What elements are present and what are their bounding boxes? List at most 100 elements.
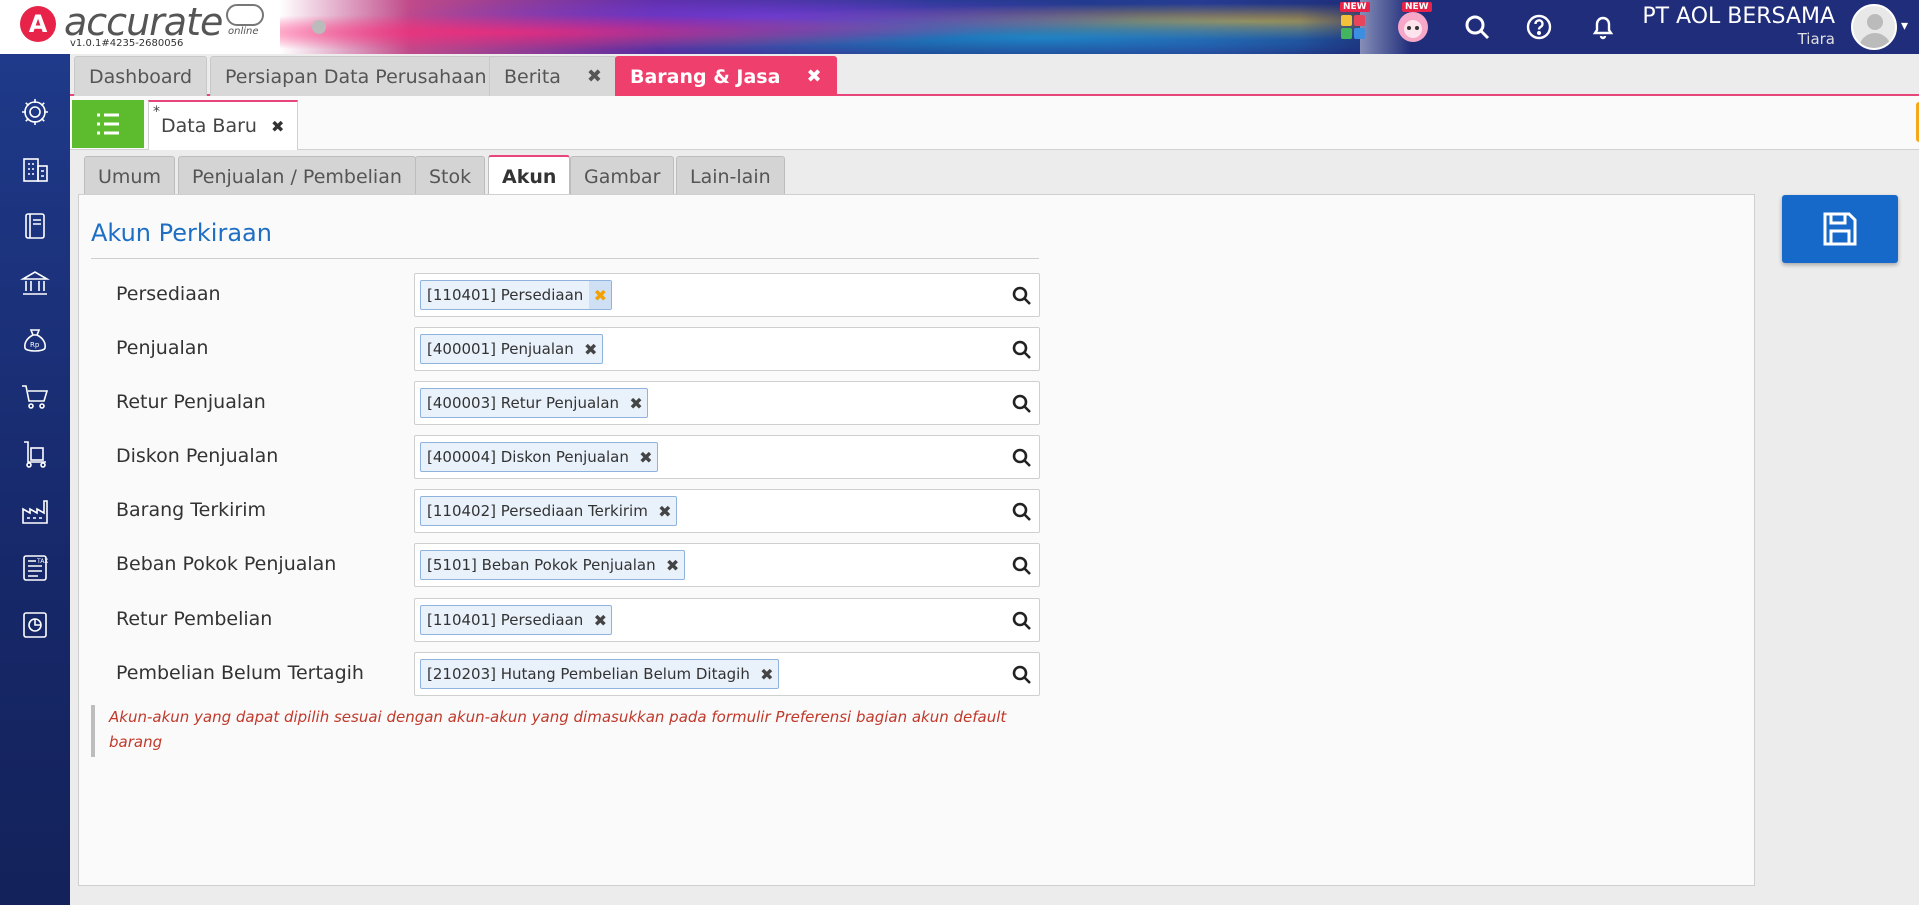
- cart-icon[interactable]: [17, 379, 53, 415]
- tax-icon[interactable]: TAX: [17, 550, 53, 586]
- field-label: Retur Pembelian: [116, 608, 273, 630]
- remove-icon[interactable]: ✖: [654, 497, 676, 525]
- search-icon[interactable]: [1011, 501, 1033, 523]
- tab-label: Berita: [504, 65, 561, 88]
- account-select[interactable]: [210203] Hutang Pembelian Belum Ditagih …: [414, 652, 1040, 696]
- remove-icon[interactable]: ✖: [635, 443, 657, 471]
- tab-label: Persiapan Data Perusahaan: [225, 65, 487, 88]
- field-label: Diskon Penjualan: [116, 445, 279, 467]
- list-icon: [97, 113, 119, 135]
- app-header: A accurate online v1.0.1#4235-2680056 NE…: [0, 0, 1919, 54]
- field-persediaan: Persediaan [110401] Persediaan ✖: [79, 273, 1049, 317]
- bell-icon[interactable]: [1584, 8, 1622, 46]
- help-icon[interactable]: [1520, 8, 1558, 46]
- search-icon[interactable]: [1458, 8, 1496, 46]
- field-barang-terkirim: Barang Terkirim [110402] Persediaan Terk…: [79, 489, 1049, 533]
- search-icon[interactable]: [1011, 610, 1033, 632]
- account-chip: [110401] Persediaan ✖: [420, 605, 613, 635]
- close-icon[interactable]: ✖: [806, 66, 821, 87]
- field-label: Persediaan: [116, 283, 221, 305]
- field-label: Penjualan: [116, 337, 209, 359]
- field-diskon-penjualan: Diskon Penjualan [400004] Diskon Penjual…: [79, 435, 1049, 479]
- account-chip: [110401] Persediaan ✖: [420, 280, 613, 310]
- chip-label: [210203] Hutang Pembelian Belum Ditagih: [427, 665, 750, 683]
- list-view-button[interactable]: [72, 100, 144, 148]
- book-icon[interactable]: [17, 208, 53, 244]
- app-version: v1.0.1#4235-2680056: [70, 38, 184, 49]
- field-retur-pembelian: Retur Pembelian [110401] Persediaan ✖: [79, 598, 1049, 642]
- status-dot-icon: [312, 20, 326, 34]
- factory-icon[interactable]: [17, 493, 53, 529]
- field-label: Barang Terkirim: [116, 499, 267, 521]
- field-label: Pembelian Belum Tertagih: [116, 662, 364, 684]
- chip-label: [5101] Beban Pokok Penjualan: [427, 556, 656, 574]
- field-label: Retur Penjualan: [116, 391, 266, 413]
- account-select[interactable]: [400001] Penjualan ✖: [414, 327, 1040, 371]
- form-tab-stok[interactable]: Stok: [415, 156, 486, 196]
- tab-barang-jasa[interactable]: Barang & Jasa ✖: [615, 56, 837, 96]
- account-select[interactable]: [400003] Retur Penjualan ✖: [414, 381, 1040, 425]
- tab-label: Barang & Jasa: [630, 65, 781, 88]
- svg-text:TAX: TAX: [36, 558, 48, 565]
- hand-truck-icon[interactable]: [17, 436, 53, 472]
- remove-icon[interactable]: ✖: [580, 335, 602, 363]
- form-tab-gambar[interactable]: Gambar: [570, 156, 675, 196]
- form-tab-lain-lain[interactable]: Lain-lain: [676, 156, 785, 196]
- remove-icon[interactable]: ✖: [625, 389, 647, 417]
- form-tab-umum[interactable]: Umum: [84, 156, 175, 196]
- tab-berita[interactable]: Berita ✖: [489, 56, 618, 96]
- tab-dashboard[interactable]: Dashboard: [74, 56, 208, 96]
- account-select[interactable]: [110402] Persediaan Terkirim ✖: [414, 489, 1040, 533]
- remove-icon[interactable]: ✖: [662, 551, 684, 579]
- account-select[interactable]: [110401] Persediaan ✖: [414, 273, 1040, 317]
- account-chip: [400003] Retur Penjualan ✖: [420, 388, 649, 418]
- account-chip: [110402] Persediaan Terkirim ✖: [420, 496, 677, 526]
- remove-icon[interactable]: ✖: [756, 660, 778, 688]
- account-select[interactable]: [400004] Diskon Penjualan ✖: [414, 435, 1040, 479]
- building-icon[interactable]: [17, 151, 53, 187]
- form-tab-akun[interactable]: Akun: [488, 155, 571, 197]
- search-icon[interactable]: [1011, 555, 1033, 577]
- user-name[interactable]: Tiara: [1798, 30, 1835, 48]
- tab-label: Dashboard: [89, 65, 193, 88]
- money-bag-icon[interactable]: Rp: [17, 322, 53, 358]
- remove-icon[interactable]: ✖: [589, 606, 611, 634]
- avatar[interactable]: [1851, 4, 1897, 50]
- search-icon[interactable]: [1011, 393, 1033, 415]
- field-beban-pokok-penjualan: Beban Pokok Penjualan [5101] Beban Pokok…: [79, 543, 1049, 587]
- search-icon[interactable]: [1011, 664, 1033, 686]
- tab-persiapan-data[interactable]: Persiapan Data Perusahaan: [210, 56, 502, 96]
- remove-icon[interactable]: ✖: [589, 281, 612, 309]
- account-select[interactable]: [5101] Beban Pokok Penjualan ✖: [414, 543, 1040, 587]
- close-icon[interactable]: ✖: [271, 117, 284, 136]
- form-tab-penjualan-pembelian[interactable]: Penjualan / Pembelian: [178, 156, 416, 196]
- sidebar: Rp TAX: [0, 54, 70, 905]
- floppy-disk-icon: [1823, 212, 1857, 246]
- close-icon[interactable]: ✖: [587, 66, 602, 87]
- company-name[interactable]: PT AOL BERSAMA: [1642, 4, 1835, 29]
- chevron-down-icon[interactable]: ▾: [1901, 18, 1908, 34]
- logo-sub: online: [228, 26, 259, 37]
- main-tabs-bar: Dashboard Persiapan Data Perusahaan Beri…: [70, 54, 1919, 96]
- chip-label: [110402] Persediaan Terkirim: [427, 502, 648, 520]
- new-badge-2: NEW: [1402, 2, 1432, 12]
- search-icon[interactable]: [1011, 285, 1033, 307]
- bank-icon[interactable]: [17, 265, 53, 301]
- section-divider: [91, 258, 1039, 259]
- info-note: Akun-akun yang dapat dipilih sesuai deng…: [91, 705, 1039, 757]
- tab-data-baru[interactable]: * Data Baru ✖: [148, 100, 298, 150]
- report-icon[interactable]: [17, 607, 53, 643]
- cloud-icon: [226, 4, 264, 26]
- account-select[interactable]: [110401] Persediaan ✖: [414, 598, 1040, 642]
- save-button[interactable]: [1782, 195, 1898, 263]
- svg-text:Rp: Rp: [30, 341, 40, 349]
- search-icon[interactable]: [1011, 447, 1033, 469]
- account-chip: [5101] Beban Pokok Penjualan ✖: [420, 550, 685, 580]
- search-icon[interactable]: [1011, 339, 1033, 361]
- gear-icon[interactable]: [17, 94, 53, 130]
- chip-label: [400001] Penjualan: [427, 340, 574, 358]
- apps-icon[interactable]: [1334, 8, 1372, 46]
- field-retur-penjualan: Retur Penjualan [400003] Retur Penjualan…: [79, 381, 1049, 425]
- accurate-logo-icon[interactable]: A: [20, 6, 56, 42]
- mascot-icon[interactable]: [1394, 8, 1432, 46]
